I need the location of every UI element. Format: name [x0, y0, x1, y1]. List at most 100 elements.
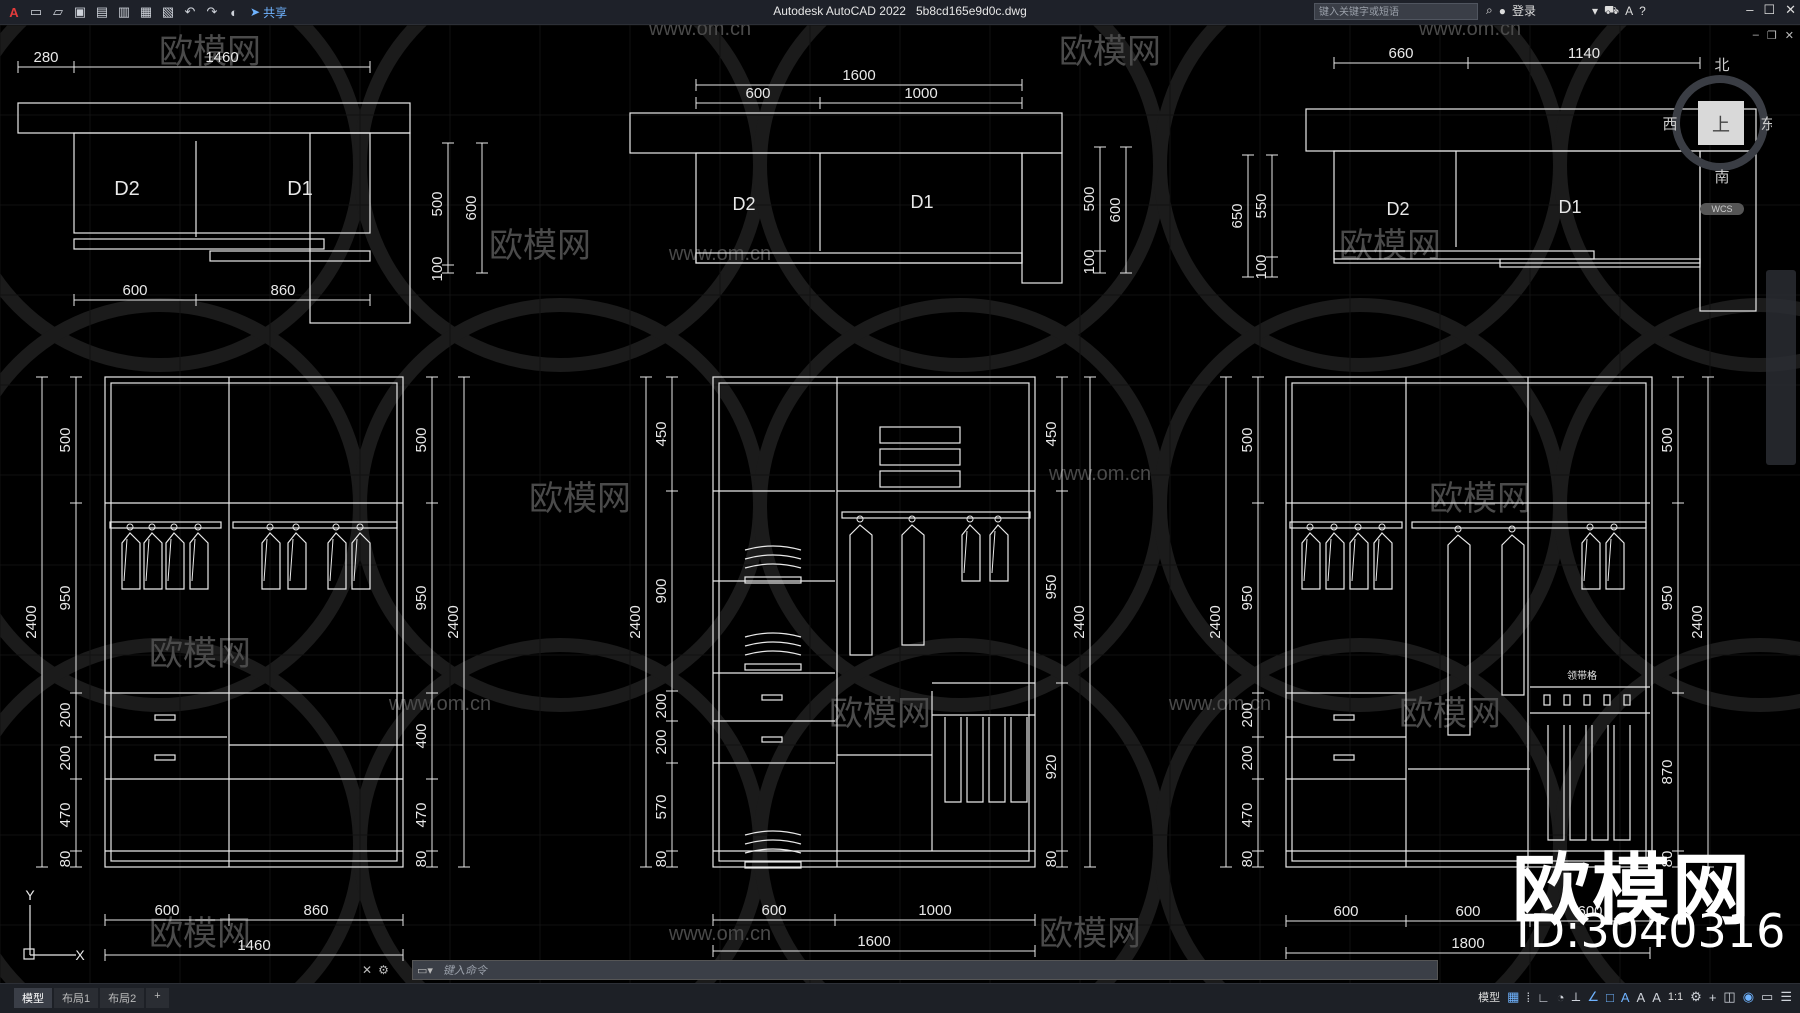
workspace-switch-icon[interactable]: ⚙	[1690, 989, 1702, 1005]
clean-screen-icon[interactable]: ▭	[1761, 989, 1773, 1005]
save-as-icon[interactable]: ▤	[92, 2, 112, 22]
share-button[interactable]: ➤ 共享	[250, 4, 287, 21]
compass-east[interactable]: 东	[1760, 115, 1772, 133]
object-snap-icon[interactable]: □	[1606, 990, 1614, 1005]
grid-icon[interactable]: ▦	[1507, 989, 1519, 1005]
folded-clothes	[744, 641, 802, 647]
command-history-icon[interactable]: ▭▾	[413, 964, 433, 977]
ortho-icon[interactable]: ∟	[1537, 990, 1550, 1005]
hanging-shirt	[143, 532, 163, 590]
tab-model[interactable]: 模型	[14, 988, 52, 1008]
drawing-close-icon[interactable]: ✕	[1785, 29, 1794, 42]
compass-west[interactable]: 西	[1662, 115, 1677, 133]
command-line[interactable]: ▭▾ 键入命令	[412, 960, 1438, 980]
command-customize-icon[interactable]: ⚙	[378, 960, 389, 980]
snap-icon[interactable]: ⁞	[1526, 990, 1530, 1005]
add-layout-button[interactable]: +	[146, 988, 169, 1008]
minimize-icon[interactable]: –	[1746, 2, 1753, 18]
cart-icon[interactable]: ⛟	[1604, 3, 1619, 19]
compass-north[interactable]: 北	[1714, 56, 1729, 74]
navigation-bar[interactable]	[1766, 270, 1796, 465]
dimension-text: 1600	[842, 67, 875, 84]
ucs-x-label: X	[75, 947, 85, 963]
dropdown-icon[interactable]: ▾	[1592, 4, 1598, 18]
compass-south[interactable]: 南	[1714, 168, 1729, 186]
plot-icon[interactable]: ▧	[158, 2, 178, 22]
customization-menu-icon[interactable]: ☰	[1780, 989, 1792, 1005]
watermark-site-text: www.om.cn	[668, 923, 771, 945]
share-icon: ➤	[250, 5, 261, 19]
annotation-visibility-icon[interactable]: A	[1621, 990, 1630, 1005]
open-file-icon[interactable]: ▱	[48, 2, 68, 22]
annotation-scale-icon[interactable]: A	[1652, 990, 1661, 1005]
dimension-text: 550	[1253, 193, 1270, 218]
hanger-hook	[1610, 523, 1618, 531]
search-input[interactable]: 键入关键字或短语	[1314, 3, 1478, 20]
hanger-hook	[1586, 523, 1594, 531]
annotation-scale-value[interactable]: 1:1	[1668, 991, 1683, 1003]
status-toggles: 模型 ▦ ⁞ ∟ ◔ ⟂ ∠ □ A A A 1:1 ⚙ + ◫ ◉ ▭ ☰	[1478, 989, 1792, 1005]
dimension-text: 80	[1239, 851, 1256, 868]
close-icon[interactable]: ✕	[1785, 2, 1796, 18]
tab-layout1[interactable]: 布局1	[54, 988, 99, 1008]
hanging-shirt	[165, 532, 185, 590]
drawing-restore-icon[interactable]: ❐	[1767, 29, 1777, 42]
isodraft-icon[interactable]: ⟂	[1572, 989, 1581, 1005]
dimension-text: 950	[413, 585, 430, 610]
viewcube[interactable]: 上 北 南 东 西 WCS	[1652, 55, 1772, 215]
hanging-shirt	[121, 532, 141, 590]
maximize-icon[interactable]: ☐	[1763, 2, 1775, 18]
drawing-minimize-icon[interactable]: –	[1753, 29, 1759, 42]
model-space-label[interactable]: 模型	[1478, 989, 1500, 1005]
hanger-hook	[292, 523, 300, 531]
command-input[interactable]: 键入命令	[443, 962, 487, 978]
hardware-accel-icon[interactable]: ◉	[1743, 989, 1754, 1005]
command-close-icon[interactable]: ✕	[362, 960, 372, 980]
export-icon[interactable]: ▦	[136, 2, 156, 22]
status-bar: 模型 布局1 布局2 + 模型 ▦ ⁞ ∟ ◔ ⟂ ∠ □ A A A 1:1 …	[0, 983, 1800, 1013]
title-bar: A ▭ ▱ ▣ ▤ ▥ ▦ ▧ ↶ ↷ ◐ ➤ 共享 Autodesk Auto…	[0, 0, 1800, 25]
isolate-objects-icon[interactable]: ◫	[1723, 989, 1735, 1005]
dimension-text: 100	[429, 256, 446, 281]
dimension-text: 1460	[205, 49, 238, 66]
dimension-text: 1460	[237, 937, 270, 954]
autodesk-a360-icon[interactable]: A	[1625, 4, 1633, 18]
dimension-text: 2400	[627, 605, 644, 638]
plan-label-d1: D1	[287, 178, 313, 200]
user-icon[interactable]: ●	[1499, 4, 1506, 18]
dimension-text: 600	[154, 902, 179, 919]
hanger-hook	[194, 523, 202, 531]
plan-label-d1: D1	[910, 192, 933, 212]
save-icon[interactable]: ▣	[70, 2, 90, 22]
dimension-text: 2400	[1071, 605, 1088, 638]
hanging-shirt	[191, 538, 196, 582]
help-icon[interactable]: ?	[1639, 4, 1646, 18]
tab-layout2[interactable]: 布局2	[100, 988, 145, 1008]
watermark-arc	[1153, 25, 1567, 372]
dimension-text: 500	[429, 191, 446, 216]
watermark-text: 欧模网	[1059, 33, 1161, 71]
hanging-shirt	[1303, 538, 1308, 582]
workspace-icon[interactable]: ◐	[224, 2, 244, 22]
polar-icon[interactable]: ◔	[1557, 990, 1565, 1005]
autocad-logo-icon[interactable]: A	[4, 2, 24, 22]
dimension-text: 500	[413, 427, 430, 452]
tie-rack-label: 领带格	[1567, 669, 1597, 682]
object-snap-tracking-icon[interactable]: ∠	[1587, 989, 1599, 1005]
auto-scale-icon[interactable]: A	[1637, 990, 1646, 1005]
watermark-text: 欧模网	[489, 227, 591, 265]
watermark-text: 欧模网	[1039, 915, 1141, 953]
hanger-hook	[148, 523, 156, 531]
plus-icon[interactable]: +	[1709, 990, 1717, 1005]
login-label[interactable]: 登录	[1512, 2, 1536, 19]
undo-icon[interactable]: ↶	[180, 2, 200, 22]
hanging-shirt	[961, 524, 981, 582]
search-icon[interactable]: ⌕	[1486, 3, 1493, 18]
dimension-text: 2400	[23, 605, 40, 638]
hanger-hook	[908, 515, 916, 523]
new-file-icon[interactable]: ▭	[26, 2, 46, 22]
redo-icon[interactable]: ↷	[202, 2, 222, 22]
drawer-handle	[1333, 754, 1355, 761]
dimension-text: 860	[270, 282, 295, 299]
publish-icon[interactable]: ▥	[114, 2, 134, 22]
